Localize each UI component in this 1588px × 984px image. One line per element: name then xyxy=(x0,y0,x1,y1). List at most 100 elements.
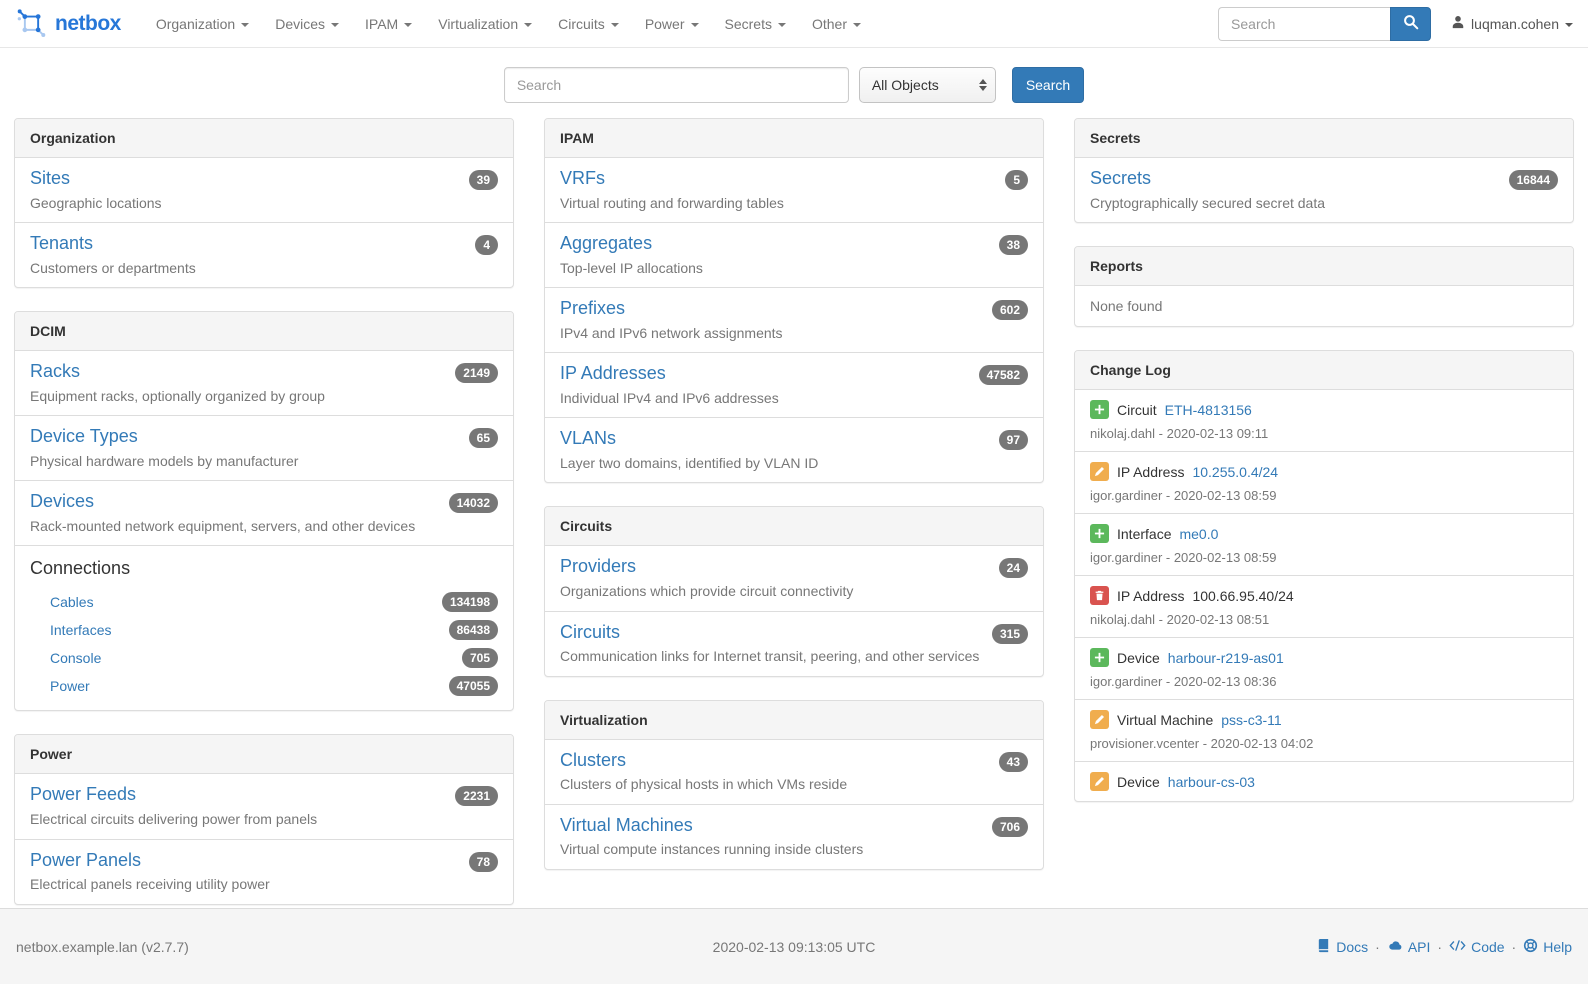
item-link-virtual-machines[interactable]: Virtual Machines xyxy=(560,815,693,835)
nav-item-label: Virtualization xyxy=(438,16,518,32)
navbar-search-input[interactable] xyxy=(1218,7,1390,41)
item-heading: Sites xyxy=(30,168,498,190)
item-link-vlans[interactable]: VLANs xyxy=(560,428,616,448)
item-link-device-types[interactable]: Device Types xyxy=(30,426,138,446)
item-link-ip-addresses[interactable]: IP Addresses xyxy=(560,363,666,383)
changelog-object-link[interactable]: pss-c3-11 xyxy=(1221,711,1281,729)
item-heading: Racks xyxy=(30,361,498,383)
nav-item-circuits[interactable]: Circuits xyxy=(545,0,632,48)
search-icon xyxy=(1403,14,1419,33)
item-link-power-panels[interactable]: Power Panels xyxy=(30,850,141,870)
panel-power: Power2231Power FeedsElectrical circuits … xyxy=(14,734,514,904)
chevron-down-icon xyxy=(1565,23,1573,27)
item-link-aggregates[interactable]: Aggregates xyxy=(560,233,652,253)
list-item: 4TenantsCustomers or departments xyxy=(15,222,513,287)
netbox-logo[interactable]: netbox xyxy=(15,7,121,41)
user-menu[interactable]: luqman.cohen xyxy=(1451,15,1573,32)
item-link-sites[interactable]: Sites xyxy=(30,168,70,188)
changelog-entry: Deviceharbour-cs-03 xyxy=(1075,761,1573,801)
footer-link-help[interactable]: Help xyxy=(1523,938,1572,956)
list-item: 97VLANsLayer two domains, identified by … xyxy=(545,417,1043,482)
panel-title: Power xyxy=(15,735,513,774)
footer-hostname: netbox.example.lan (v2.7.7) xyxy=(16,939,535,955)
connection-row: Cables134198 xyxy=(30,588,498,616)
footer-separator: · xyxy=(1437,939,1442,955)
navbar-search-button[interactable] xyxy=(1390,7,1431,41)
item-description: Top-level IP allocations xyxy=(560,260,1028,278)
nav-item-organization[interactable]: Organization xyxy=(143,0,262,48)
nav-item-other[interactable]: Other xyxy=(799,0,874,48)
panel-title: Organization xyxy=(15,119,513,158)
item-link-providers[interactable]: Providers xyxy=(560,556,636,576)
chevron-down-icon xyxy=(778,23,786,27)
docs-icon xyxy=(1316,938,1331,956)
footer-link-api[interactable]: API xyxy=(1387,938,1431,956)
changelog-object-link[interactable]: harbour-cs-03 xyxy=(1168,773,1255,791)
list-item: 16844SecretsCryptographically secured se… xyxy=(1075,158,1573,222)
item-description: Electrical circuits delivering power fro… xyxy=(30,811,498,829)
item-link-power-feeds[interactable]: Power Feeds xyxy=(30,784,136,804)
footer-separator: · xyxy=(1512,939,1517,955)
changelog-object-link[interactable]: ETH-4813156 xyxy=(1165,401,1252,419)
footer-link-docs[interactable]: Docs xyxy=(1316,938,1368,956)
nav-item-secrets[interactable]: Secrets xyxy=(712,0,799,48)
changelog-object-link[interactable]: harbour-r219-as01 xyxy=(1168,649,1284,667)
global-search-input[interactable] xyxy=(504,67,849,103)
item-link-devices[interactable]: Devices xyxy=(30,491,94,511)
changelog-meta: nikolaj.dahl - 2020-02-13 08:51 xyxy=(1090,612,1558,627)
connection-row: Console705 xyxy=(30,644,498,672)
connection-link-cables[interactable]: Cables xyxy=(50,594,94,610)
changelog-object-link[interactable]: 10.255.0.4/24 xyxy=(1192,463,1278,481)
changelog-entry: IP Address10.255.0.4/24igor.gardiner - 2… xyxy=(1075,451,1573,513)
changelog-object-link[interactable]: me0.0 xyxy=(1179,525,1218,543)
item-link-secrets[interactable]: Secrets xyxy=(1090,168,1151,188)
panel-ipam: IPAM5VRFsVirtual routing and forwarding … xyxy=(544,118,1044,483)
panel-reports: ReportsNone found xyxy=(1074,246,1574,327)
item-heading: VRFs xyxy=(560,168,1028,190)
connection-link-console[interactable]: Console xyxy=(50,650,101,666)
item-description: Layer two domains, identified by VLAN ID xyxy=(560,455,1028,473)
connection-link-interfaces[interactable]: Interfaces xyxy=(50,622,111,638)
global-search-button[interactable]: Search xyxy=(1012,67,1084,103)
chevron-down-icon xyxy=(331,23,339,27)
nav-item-label: Power xyxy=(645,16,685,32)
footer-link-label: API xyxy=(1408,939,1431,955)
item-link-prefixes[interactable]: Prefixes xyxy=(560,298,625,318)
nav-item-devices[interactable]: Devices xyxy=(262,0,352,48)
chevron-down-icon xyxy=(524,23,532,27)
chevron-down-icon xyxy=(241,23,249,27)
item-link-racks[interactable]: Racks xyxy=(30,361,80,381)
dashboard-column-2: IPAM5VRFsVirtual routing and forwarding … xyxy=(544,118,1044,893)
count-badge: 65 xyxy=(469,428,498,448)
list-item: 2231Power FeedsElectrical circuits deliv… xyxy=(15,774,513,838)
netbox-logo-icon xyxy=(15,7,48,41)
item-description: Individual IPv4 and IPv6 addresses xyxy=(560,390,1028,408)
connection-link-power[interactable]: Power xyxy=(50,678,90,694)
navbar-menu: OrganizationDevicesIPAM Virtualization Cir… xyxy=(143,0,874,48)
plus-icon xyxy=(1090,648,1109,667)
item-link-clusters[interactable]: Clusters xyxy=(560,750,626,770)
chevron-down-icon xyxy=(853,23,861,27)
item-description: Cryptographically secured secret data xyxy=(1090,195,1558,213)
footer-link-code[interactable]: Code xyxy=(1449,938,1504,956)
changelog-entry: Interfaceme0.0igor.gardiner - 2020-02-13… xyxy=(1075,513,1573,575)
nav-item-power[interactable]: Power xyxy=(632,0,712,48)
search-scope-value: All Objects xyxy=(872,77,939,93)
item-link-tenants[interactable]: Tenants xyxy=(30,233,93,253)
nav-item-virtualization[interactable]: Virtualization xyxy=(425,0,545,48)
item-heading: Tenants xyxy=(30,233,498,255)
chevron-down-icon xyxy=(611,23,619,27)
item-description: Customers or departments xyxy=(30,260,498,278)
nav-item-ipam[interactable]: IPAM xyxy=(352,0,425,48)
search-scope-select[interactable]: All Objects xyxy=(859,67,996,103)
panel-title: Circuits xyxy=(545,507,1043,546)
item-link-circuits[interactable]: Circuits xyxy=(560,622,620,642)
item-link-vrfs[interactable]: VRFs xyxy=(560,168,605,188)
changelog-meta: igor.gardiner - 2020-02-13 08:36 xyxy=(1090,674,1558,689)
pencil-icon xyxy=(1090,462,1109,481)
list-item: 24ProvidersOrganizations which provide c… xyxy=(545,546,1043,610)
item-heading: Devices xyxy=(30,491,498,513)
pencil-icon xyxy=(1090,710,1109,729)
changelog-meta: provisioner.vcenter - 2020-02-13 04:02 xyxy=(1090,736,1558,751)
footer-link-label: Code xyxy=(1471,939,1504,955)
